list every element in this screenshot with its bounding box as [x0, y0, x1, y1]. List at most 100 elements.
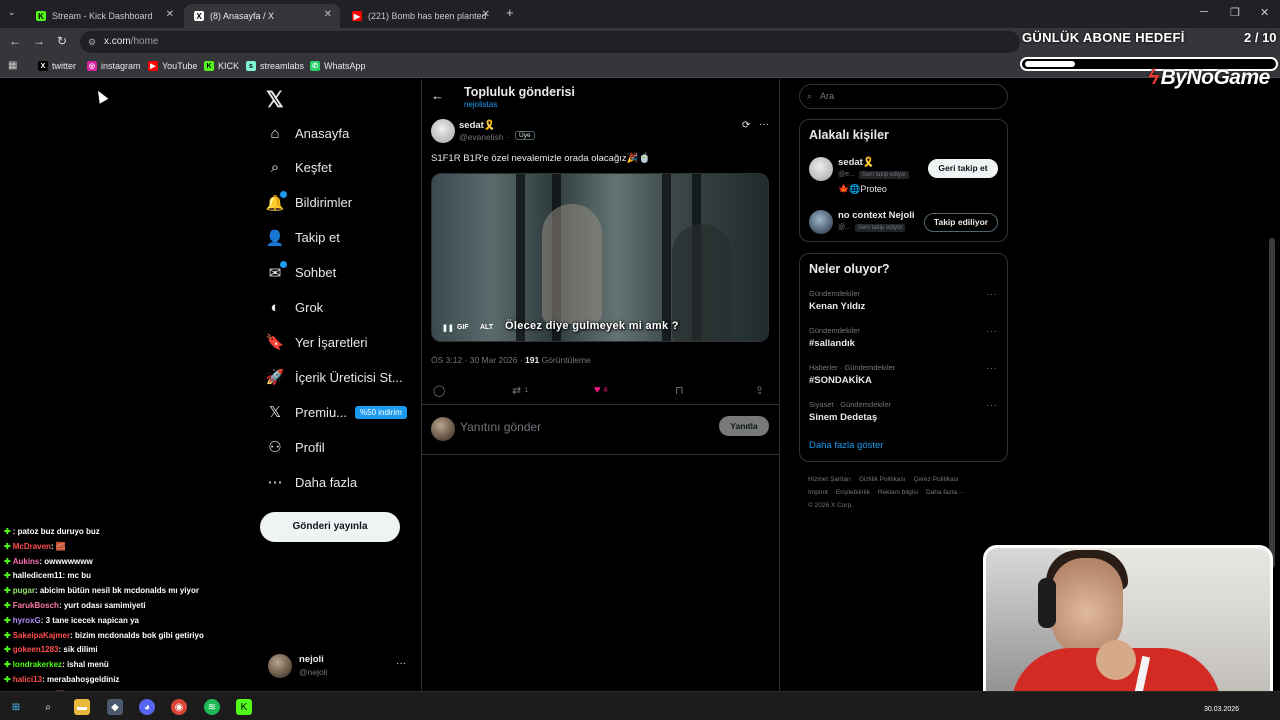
footer-link[interactable]: Çerez Politikası: [914, 476, 959, 483]
windows-start-icon[interactable]: ⊞: [8, 699, 24, 715]
sidebar-item-home[interactable]: ⌂ Anasayfa: [266, 118, 349, 148]
more-icon[interactable]: ···: [759, 119, 769, 130]
pause-icon[interactable]: ❚❚: [442, 324, 454, 332]
trend-name[interactable]: #SONDAKİKA: [809, 375, 872, 386]
maximize-icon[interactable]: ❐: [1230, 6, 1240, 19]
reply-input[interactable]: Yanıtını gönder: [460, 420, 541, 434]
url-input[interactable]: ⚙ x.com/home: [80, 31, 1020, 53]
account-switcher[interactable]: nejoli @nejoli ···: [268, 654, 413, 680]
more-icon[interactable]: ···: [986, 363, 998, 374]
chat-username: McDraven: [12, 541, 51, 551]
sidebar-item-bell[interactable]: 🔔 Bildirimler: [266, 188, 352, 218]
reply-button[interactable]: Yanıtla: [719, 416, 769, 436]
apps-grid-icon[interactable]: ▦: [8, 60, 17, 71]
bookmark-whatsapp[interactable]: ✆ WhatsApp: [310, 61, 366, 71]
grok-icon[interactable]: ⟳: [742, 120, 750, 131]
tab-kick-dashboard[interactable]: K Stream - Kick Dashboard ✕: [26, 4, 182, 28]
member-badge: Üye: [515, 131, 535, 140]
new-tab-icon[interactable]: +: [506, 5, 514, 20]
search-icon[interactable]: ⌕: [40, 699, 56, 715]
x-icon: 𝕏: [268, 404, 282, 422]
sidebar-item-bookmark[interactable]: 🔖 Yer İşaretleri: [266, 327, 368, 357]
sidebar-item-x[interactable]: 𝕏 Premiu... %50 indirim: [266, 397, 407, 427]
bookmark-youtube[interactable]: ▶ YouTube: [148, 61, 197, 71]
bookmark-kick[interactable]: K KICK: [204, 61, 239, 71]
post-button[interactable]: Gönderi yayınla: [260, 512, 400, 542]
author-avatar[interactable]: [431, 119, 455, 143]
footer-link[interactable]: Daha fazla ···: [926, 489, 965, 496]
alt-label[interactable]: ALT: [480, 324, 493, 331]
back-icon[interactable]: ←: [9, 34, 21, 48]
person-name[interactable]: no context Nejoli: [838, 210, 915, 221]
trend-name[interactable]: #sallandık: [809, 338, 855, 349]
sidebar-item-more[interactable]: ⋯ Daha fazla: [266, 467, 358, 497]
follow-back-button[interactable]: Geri takip et: [928, 159, 998, 178]
minimize-icon[interactable]: ─: [1200, 6, 1208, 18]
reload-icon[interactable]: ↻: [57, 34, 67, 48]
media-bar: [516, 174, 525, 341]
x-logo-icon[interactable]: 𝕏: [266, 87, 284, 113]
footer-link[interactable]: Gizlilik Politikası: [859, 476, 906, 483]
page-scrollbar[interactable]: [1269, 238, 1275, 568]
footer-link[interactable]: Imprint: [808, 489, 828, 496]
more-icon[interactable]: ···: [986, 400, 998, 411]
post-gif[interactable]: ❚❚ GIF ALT Ölecez diye gulmeyek mi amk ?: [431, 173, 769, 342]
footer-link[interactable]: Reklam bilgisi: [878, 489, 918, 496]
chat-text: : owwwwwww: [39, 556, 93, 566]
close-icon[interactable]: ✕: [482, 9, 490, 20]
share-action[interactable]: ⇪: [755, 384, 764, 397]
kick-icon[interactable]: K: [236, 699, 252, 715]
person-name[interactable]: sedat🎗️: [838, 157, 875, 168]
trend-meta: Haberler · Gündemdekiler: [809, 363, 896, 372]
grok-icon: ◐: [270, 299, 280, 316]
tab-search-icon[interactable]: ⌄: [8, 7, 16, 18]
more-icon[interactable]: ···: [986, 289, 998, 300]
footer-link[interactable]: Hizmet Şartları: [808, 476, 851, 483]
search-input[interactable]: ⌕ Ara: [799, 84, 1008, 109]
chrome-icon[interactable]: ◉: [171, 699, 187, 715]
sidebar-item-follow[interactable]: 👤 Takip et: [266, 223, 340, 253]
repost-action[interactable]: ⇄ 1: [512, 384, 528, 397]
window-close-icon[interactable]: ✕: [1260, 6, 1269, 19]
site-info-icon[interactable]: ⚙: [88, 31, 96, 53]
like-count: 4: [603, 386, 608, 394]
bookmark-instagram[interactable]: ◎ instagram: [87, 61, 141, 71]
sidebar-item-profile[interactable]: ⚇ Profil: [266, 432, 324, 462]
more-icon[interactable]: ···: [396, 658, 406, 669]
chat-username: halici13: [12, 674, 43, 684]
close-icon[interactable]: ✕: [324, 9, 332, 20]
post-author-handle[interactable]: @evanelish ·: [459, 132, 509, 142]
forward-icon[interactable]: →: [33, 34, 45, 48]
sidebar-item-search[interactable]: ⌕ Keşfet: [266, 153, 332, 183]
tab-title: Stream - Kick Dashboard: [52, 11, 153, 21]
back-arrow-icon[interactable]: ←: [431, 88, 444, 103]
spotify-icon[interactable]: ≋: [204, 699, 220, 715]
community-name[interactable]: nejolistas: [464, 100, 497, 109]
like-action[interactable]: ♥ 4: [594, 384, 607, 396]
close-icon[interactable]: ✕: [166, 9, 174, 20]
file-explorer-icon[interactable]: ▬: [74, 699, 90, 715]
trend-name[interactable]: Kenan Yıldız: [809, 301, 865, 312]
post-author-name[interactable]: sedat🎗️: [459, 120, 496, 131]
avatar[interactable]: [809, 157, 833, 181]
bookmark-streamlabs[interactable]: s streamlabs: [246, 61, 304, 71]
sidebar-item-grok[interactable]: ◐ Grok: [266, 293, 323, 323]
bookmark-action[interactable]: ⊓: [675, 384, 684, 397]
tab-x-home[interactable]: X (8) Anasayfa / X ✕: [184, 4, 340, 28]
avatar[interactable]: [809, 210, 833, 234]
show-more-link[interactable]: Daha fazla göster: [809, 440, 883, 451]
sidebar-item-rocket[interactable]: 🚀 İçerik Üreticisi St...: [266, 362, 403, 392]
more-icon[interactable]: ···: [986, 326, 998, 337]
chat-message: ✚ gokeen1283: sik dilimi: [4, 643, 254, 658]
trend-name[interactable]: Sinem Dedetaş: [809, 412, 877, 423]
bookmark-twitter[interactable]: Xtwitter: [38, 61, 76, 71]
url-path: /home: [130, 36, 159, 47]
following-button[interactable]: Takip ediliyor: [924, 213, 998, 232]
discord-icon[interactable]: ◕: [139, 699, 155, 715]
x-icon: X: [194, 11, 204, 21]
reply-action[interactable]: ◯: [433, 384, 445, 397]
tab-youtube[interactable]: ▶ (221) Bomb has been planted ✕: [342, 4, 498, 28]
app-icon[interactable]: ◆: [107, 699, 123, 715]
sidebar-item-chat[interactable]: ✉ Sohbet: [266, 258, 336, 288]
footer-link[interactable]: Erişilebilirlik: [836, 489, 870, 496]
